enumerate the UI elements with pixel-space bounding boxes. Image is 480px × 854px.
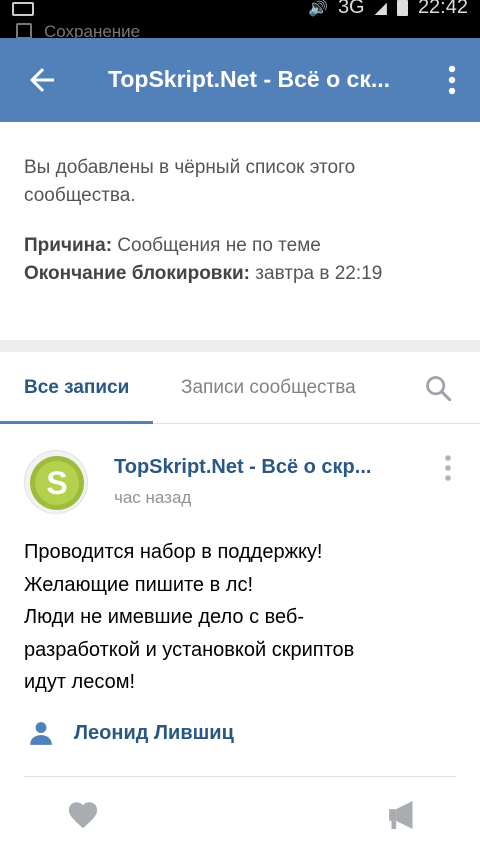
wall-post: S TopSkript.Net - Всё о скр... час назад… bbox=[0, 424, 480, 854]
tab-all-posts[interactable]: Все записи bbox=[0, 352, 154, 424]
post-text-line: идут лесом! bbox=[24, 671, 136, 693]
post-text-line: Люди не имевшие дело с веб- bbox=[24, 606, 305, 628]
status-bar: Сохранение 🔊 3G ◢ 22:42 bbox=[0, 0, 480, 38]
reason-value: Сообщения не по теме bbox=[112, 235, 321, 256]
app-bar: TopSkript.Net - Всё о ск... bbox=[0, 38, 480, 122]
notification-ghost: Сохранение bbox=[16, 22, 140, 38]
ban-end-value: завтра в 22:19 bbox=[250, 263, 383, 284]
tab-community-posts[interactable]: Записи сообщества bbox=[181, 352, 356, 424]
battery-icon bbox=[396, 0, 408, 16]
signer-name[interactable]: Леонид Лившиц bbox=[74, 722, 234, 745]
status-right: 🔊 3G ◢ 22:42 bbox=[308, 0, 468, 19]
user-icon bbox=[30, 722, 52, 745]
checkbox-icon bbox=[16, 23, 32, 38]
post-author-name[interactable]: TopSkript.Net - Всё о скр... bbox=[114, 456, 414, 479]
arrow-left-icon[interactable] bbox=[24, 62, 60, 98]
post-signer[interactable]: Леонид Лившиц bbox=[28, 720, 234, 746]
community-logo-icon: S bbox=[30, 456, 84, 510]
megaphone-icon[interactable] bbox=[388, 798, 416, 832]
page-title: TopSkript.Net - Всё о ск... bbox=[108, 66, 391, 92]
blacklist-message: Вы добавлены в чёрный список этого сообщ… bbox=[24, 157, 356, 206]
search-icon[interactable] bbox=[424, 374, 452, 402]
more-vertical-icon[interactable] bbox=[444, 64, 460, 96]
post-text-line: разработкой и установкой скриптов bbox=[24, 638, 355, 661]
reason-label: Причина: bbox=[24, 235, 113, 256]
post-text-line: Проводится набор в поддержку! bbox=[24, 541, 323, 563]
post-time: час назад bbox=[114, 488, 192, 507]
wall-tabs: Все записи Записи сообщества bbox=[0, 352, 480, 424]
post-text-line: Желающие пишите в лс! bbox=[24, 573, 254, 596]
svg-text:S: S bbox=[46, 465, 67, 501]
volume-icon: 🔊 bbox=[308, 0, 328, 17]
image-notification-icon bbox=[12, 2, 34, 16]
signal-icon: ◢ bbox=[374, 0, 387, 17]
divider bbox=[24, 776, 456, 777]
ban-end-label: Окончание блокировки: bbox=[24, 263, 251, 284]
reason-row: Причина: Сообщения не по теме bbox=[24, 232, 456, 260]
blacklist-notice: Вы добавлены в чёрный список этого сообщ… bbox=[0, 122, 480, 340]
network-label: 3G bbox=[337, 0, 365, 18]
post-text: Проводится набор в поддержку! Желающие п… bbox=[24, 536, 464, 699]
ban-end-row: Окончание блокировки: завтра в 22:19 bbox=[24, 260, 456, 288]
post-menu-icon[interactable] bbox=[442, 454, 454, 482]
clock: 22:42 bbox=[417, 0, 468, 18]
avatar[interactable]: S bbox=[24, 450, 88, 514]
heart-icon[interactable] bbox=[66, 798, 100, 832]
